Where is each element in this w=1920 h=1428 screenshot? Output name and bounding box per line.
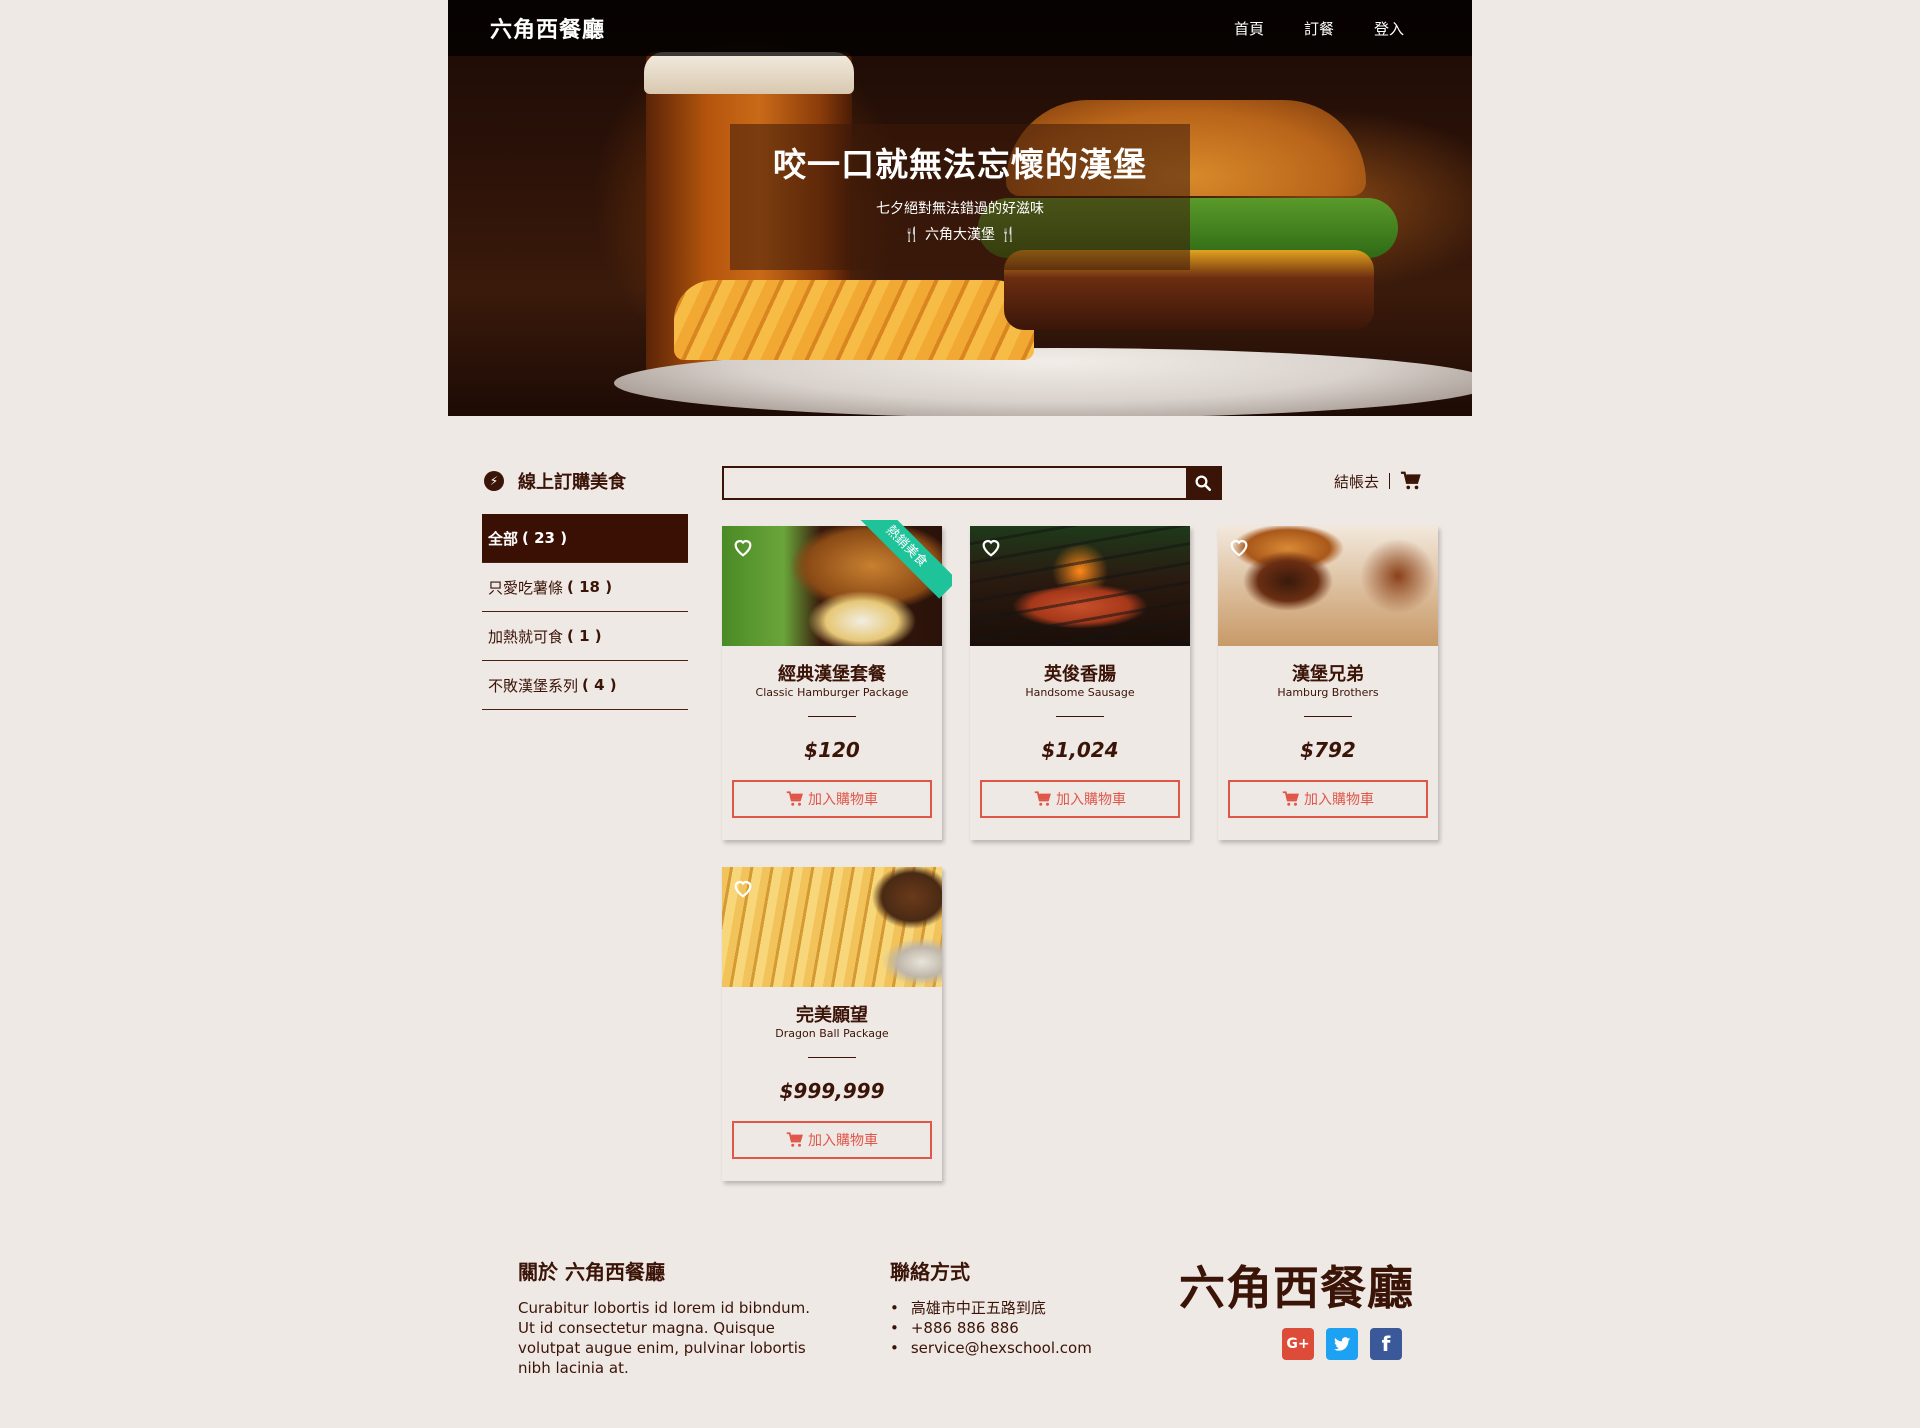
add-to-cart-label: 加入購物車 [808, 1133, 878, 1149]
category-list: 全部 ( 23 ) 只愛吃薯條 ( 18 ) 加熱就可食 ( 1 ) 不敗漢堡系… [482, 514, 688, 710]
product-name-en: Classic Hamburger Package [755, 686, 909, 699]
contact-phone: +886 886 886 [890, 1318, 1092, 1338]
add-to-cart-button[interactable]: 加入購物車 [732, 780, 932, 818]
product-price: $792 [1300, 738, 1356, 762]
product-name-en: Hamburg Brothers [1277, 686, 1379, 699]
google-plus-icon[interactable]: G+ [1282, 1328, 1314, 1360]
category-label: 只愛吃薯條 [488, 578, 564, 597]
hero-banner: 咬一口就無法忘懷的漢堡 七夕絕對無法錯過的好滋味 🍴 六角大漢堡 🍴 六角西餐廳… [448, 0, 1472, 416]
cart-icon [1034, 791, 1051, 806]
divider [808, 1057, 856, 1058]
cart-icon [786, 1132, 803, 1147]
add-to-cart-button[interactable]: 加入購物車 [1228, 780, 1428, 818]
facebook-icon[interactable]: f [1370, 1328, 1402, 1360]
checkout-link[interactable]: 結帳去 [1334, 471, 1379, 492]
nav-link-home[interactable]: 首頁 [1234, 18, 1264, 39]
add-to-cart-button[interactable]: 加入購物車 [732, 1121, 932, 1159]
hot-badge: 熱銷美食 [854, 520, 952, 599]
footer-contact-list: 高雄市中正五路到底 +886 886 886 service@hexschool… [890, 1298, 1092, 1358]
category-label: 全部 [488, 529, 519, 548]
category-count: ( 18 ) [567, 578, 613, 596]
category-count: ( 23 ) [522, 529, 568, 547]
add-to-cart-label: 加入購物車 [1304, 792, 1374, 808]
cart-icon [786, 791, 803, 806]
page: 咬一口就無法忘懷的漢堡 七夕絕對無法錯過的好滋味 🍴 六角大漢堡 🍴 六角西餐廳… [448, 0, 1472, 1428]
search-input[interactable] [724, 468, 1186, 498]
category-item-heat[interactable]: 加熱就可食 ( 1 ) [482, 612, 688, 661]
divider [1389, 473, 1391, 489]
bolt-icon: ⚡ [484, 471, 504, 491]
add-to-cart-label: 加入購物車 [808, 792, 878, 808]
contact-address: 高雄市中正五路到底 [890, 1298, 1092, 1318]
social-links: G+ f [1282, 1328, 1402, 1360]
utensils-icon: 🍴 [903, 227, 921, 243]
sidebar-heading-text: 線上訂購美食 [518, 472, 626, 493]
product-card: 熱銷美食 經典漢堡套餐 Classic Hamburger Package $1… [722, 520, 952, 840]
category-count: ( 4 ) [582, 676, 617, 694]
sidebar-heading: ⚡ 線上訂購美食 [484, 468, 626, 494]
fries-image [674, 280, 1034, 360]
search-bar [722, 466, 1222, 500]
checkout-area: 結帳去 [1334, 470, 1422, 492]
category-count: ( 1 ) [567, 627, 602, 645]
product-name: 經典漢堡套餐 [778, 664, 886, 685]
contact-email[interactable]: service@hexschool.com [890, 1338, 1092, 1358]
product-name: 漢堡兄弟 [1292, 664, 1364, 685]
search-button[interactable] [1186, 468, 1220, 498]
product-card: 英俊香腸 Handsome Sausage $1,024 加入購物車 [970, 526, 1190, 840]
product-card: 完美願望 Dragon Ball Package $999,999 加入購物車 [722, 867, 942, 1181]
category-label: 加熱就可食 [488, 627, 564, 646]
product-card: 漢堡兄弟 Hamburg Brothers $792 加入購物車 [1218, 526, 1438, 840]
product-name-en: Handsome Sausage [1025, 686, 1135, 699]
heart-icon[interactable] [732, 536, 754, 558]
beer-foam-image [644, 52, 854, 94]
heart-icon[interactable] [980, 536, 1002, 558]
product-image [1218, 526, 1438, 646]
search-icon [1195, 475, 1212, 492]
hero-subtitle: 七夕絕對無法錯過的好滋味 [876, 201, 1044, 217]
product-image [970, 526, 1190, 646]
utensils-icon: 🍴 [999, 227, 1017, 243]
nav-link-login[interactable]: 登入 [1374, 18, 1404, 39]
product-price: $999,999 [779, 1079, 885, 1103]
ribbon-wrap: 熱銷美食 [722, 520, 952, 620]
hero-tagline-text: 六角大漢堡 [925, 227, 995, 243]
category-item-all[interactable]: 全部 ( 23 ) [482, 514, 688, 563]
heart-icon[interactable] [732, 877, 754, 899]
product-price: $120 [804, 738, 860, 762]
product-name: 英俊香腸 [1044, 664, 1116, 685]
product-name-en: Dragon Ball Package [775, 1027, 889, 1040]
add-to-cart-label: 加入購物車 [1056, 792, 1126, 808]
footer-about-text: Curabitur lobortis id lorem id bibndum. … [518, 1299, 811, 1377]
divider [1056, 716, 1104, 717]
category-label: 不敗漢堡系列 [488, 676, 579, 695]
category-item-fries[interactable]: 只愛吃薯條 ( 18 ) [482, 563, 688, 612]
divider [808, 716, 856, 717]
hero-tagline: 🍴 六角大漢堡 🍴 [730, 224, 1190, 244]
twitter-bird-icon [1333, 1337, 1351, 1351]
divider [1304, 716, 1352, 717]
cart-icon [1282, 791, 1299, 806]
category-item-burgers[interactable]: 不敗漢堡系列 ( 4 ) [482, 661, 688, 710]
hero-title: 咬一口就無法忘懷的漢堡 [773, 145, 1147, 184]
nav-links: 首頁 訂餐 登入 [1234, 18, 1404, 39]
navbar: 六角西餐廳 首頁 訂餐 登入 [448, 0, 1472, 56]
nav-link-order[interactable]: 訂餐 [1304, 18, 1334, 39]
footer-contact-heading: 聯絡方式 [890, 1260, 970, 1284]
add-to-cart-button[interactable]: 加入購物車 [980, 780, 1180, 818]
cart-icon[interactable] [1400, 470, 1422, 492]
product-image [722, 867, 942, 987]
footer-about-heading: 關於 六角西餐廳 [518, 1260, 665, 1284]
product-name: 完美願望 [796, 1005, 868, 1026]
product-price: $1,024 [1041, 738, 1119, 762]
footer-logo: 六角西餐廳 [1179, 1261, 1414, 1315]
heart-icon[interactable] [1228, 536, 1250, 558]
twitter-icon[interactable] [1326, 1328, 1358, 1360]
brand-logo[interactable]: 六角西餐廳 [490, 12, 605, 44]
